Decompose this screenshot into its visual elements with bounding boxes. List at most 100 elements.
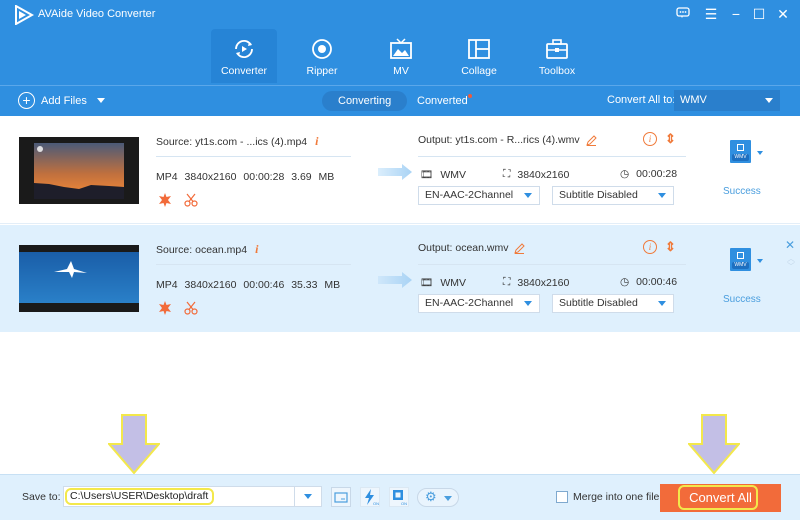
edit-icon[interactable] bbox=[585, 135, 597, 146]
source-format: MP4 bbox=[156, 279, 178, 291]
app-logo-icon bbox=[15, 5, 34, 25]
feedback-icon[interactable] bbox=[673, 6, 693, 22]
tab-converted[interactable]: Converted bbox=[401, 91, 484, 111]
tab-toolbox-label: Toolbox bbox=[538, 65, 576, 77]
svg-text:ON: ON bbox=[401, 501, 407, 506]
chevron-down-icon[interactable] bbox=[96, 98, 105, 103]
convert-all-label: Convert All bbox=[689, 490, 752, 505]
resize-icon: ⛶ bbox=[503, 168, 511, 180]
collage-icon bbox=[468, 39, 490, 59]
merge-checkbox[interactable]: Merge into one file bbox=[556, 491, 659, 503]
maximize-icon[interactable]: ☐ bbox=[749, 6, 769, 22]
hardware-acceleration-icon[interactable]: ON bbox=[360, 487, 380, 507]
compress-icon[interactable]: ⇕ bbox=[665, 239, 676, 255]
output-filename: Output: yt1s.com - R...rics (4).wmv bbox=[418, 134, 597, 146]
convert-all-format-select[interactable]: WMV bbox=[674, 90, 780, 111]
source-resolution: 3840x2160 bbox=[184, 279, 237, 291]
toolbar: + Add Files Converting Converted Convert… bbox=[0, 85, 800, 116]
source-meta: MP4 3840x2160 00:00:28 3.69 MB bbox=[156, 171, 334, 183]
tab-mv[interactable]: MV bbox=[368, 29, 434, 83]
source-size: 35.33 MB bbox=[291, 279, 341, 291]
chevron-down-icon bbox=[658, 301, 666, 306]
reorder-icon[interactable]: ︿ ﹀ bbox=[787, 255, 795, 271]
status-badge: Success bbox=[723, 186, 761, 197]
info-icon[interactable]: i bbox=[255, 242, 258, 256]
toolbox-icon bbox=[546, 39, 568, 59]
source-meta: MP4 3840x2160 00:00:46 35.33 MB bbox=[156, 279, 340, 291]
chevron-down-icon bbox=[524, 301, 532, 306]
video-thumbnail[interactable] bbox=[19, 245, 139, 312]
source-size: 3.69 MB bbox=[291, 171, 335, 183]
clock-icon: ◷ bbox=[620, 276, 630, 288]
clock-icon: ◷ bbox=[620, 168, 630, 180]
cut-icon[interactable] bbox=[184, 301, 198, 315]
gpu-acceleration-icon[interactable]: ON bbox=[389, 487, 409, 507]
subtitle-select[interactable]: Subtitle Disabled bbox=[552, 294, 674, 313]
output-resolution: ⛶ 3840x2160 bbox=[503, 276, 570, 289]
close-icon[interactable]: ✕ bbox=[773, 6, 793, 22]
chevron-down-icon bbox=[765, 98, 773, 103]
menu-icon[interactable]: ☰ bbox=[701, 6, 721, 22]
mv-icon bbox=[390, 38, 412, 59]
annotation-arrow-icon bbox=[108, 414, 160, 474]
subtitle-select[interactable]: Subtitle Disabled bbox=[552, 186, 674, 205]
plus-icon: + bbox=[18, 92, 35, 109]
checkbox[interactable] bbox=[556, 491, 568, 503]
edit-icon[interactable] bbox=[514, 243, 526, 254]
remove-file-icon[interactable]: ✕ bbox=[785, 238, 795, 252]
tab-toolbox[interactable]: Toolbox bbox=[524, 29, 590, 83]
chevron-down-icon[interactable] bbox=[757, 259, 763, 263]
source-resolution: 3840x2160 bbox=[184, 171, 237, 183]
film-icon bbox=[737, 252, 744, 259]
tab-converter[interactable]: Converter bbox=[211, 29, 277, 83]
minimize-icon[interactable]: − bbox=[726, 6, 746, 22]
film-icon: 🎞 bbox=[420, 277, 434, 289]
tab-converting[interactable]: Converting bbox=[322, 91, 408, 111]
divider bbox=[156, 156, 351, 157]
output-format-button[interactable]: WMV bbox=[730, 140, 751, 163]
settings-button[interactable]: ⚙ bbox=[417, 488, 459, 507]
source-filename: Source: ocean.mp4 i bbox=[156, 242, 259, 256]
chevron-down-icon[interactable] bbox=[757, 151, 763, 155]
cut-icon[interactable] bbox=[184, 193, 198, 207]
audio-track-select[interactable]: EN-AAC-2Channel bbox=[418, 294, 540, 313]
gear-icon: ⚙ bbox=[425, 489, 437, 504]
audio-track-select[interactable]: EN-AAC-2Channel bbox=[418, 186, 540, 205]
open-folder-icon[interactable] bbox=[331, 487, 351, 507]
chevron-down-icon bbox=[524, 193, 532, 198]
output-format: 🎞 WMV bbox=[420, 168, 467, 182]
info-icon[interactable]: i bbox=[315, 134, 318, 148]
tab-collage[interactable]: Collage bbox=[446, 29, 512, 83]
video-thumbnail[interactable] bbox=[19, 137, 139, 204]
file-row: Source: yt1s.com - ...ics (4).mp4 i MP4 3… bbox=[0, 117, 800, 224]
arrow-right-icon bbox=[378, 272, 412, 288]
convert-all-format-value: WMV bbox=[680, 94, 707, 106]
source-duration: 00:00:46 bbox=[243, 279, 285, 291]
tab-ripper[interactable]: Ripper bbox=[289, 29, 355, 83]
status-badge: Success bbox=[723, 294, 761, 305]
film-icon: 🎞 bbox=[420, 169, 434, 181]
output-format: 🎞 WMV bbox=[420, 276, 467, 290]
convert-all-button[interactable]: Convert All bbox=[660, 484, 781, 512]
svg-text:ON: ON bbox=[373, 501, 379, 506]
add-files-button[interactable]: + Add Files bbox=[18, 92, 105, 109]
divider bbox=[418, 156, 686, 157]
enhance-icon[interactable] bbox=[158, 301, 172, 315]
output-duration: ◷ 00:00:46 bbox=[620, 276, 678, 288]
chevron-down-icon bbox=[658, 193, 666, 198]
source-filename: Source: yt1s.com - ...ics (4).mp4 i bbox=[156, 134, 319, 148]
save-path-dropdown[interactable] bbox=[294, 487, 321, 506]
ripper-icon bbox=[312, 39, 332, 59]
title-bar: AVAide Video Converter ☰ − ☐ ✕ Converter… bbox=[0, 0, 800, 85]
output-format-button[interactable]: WMV bbox=[730, 248, 751, 271]
chevron-down-icon bbox=[444, 496, 452, 501]
bottom-bar: Save to: C:\Users\USER\Desktop\draft ON … bbox=[0, 474, 800, 520]
output-info-icon[interactable]: i bbox=[643, 132, 657, 146]
save-path-value[interactable]: C:\Users\USER\Desktop\draft bbox=[65, 488, 214, 505]
output-info-icon[interactable]: i bbox=[643, 240, 657, 254]
compress-icon[interactable]: ⇕ bbox=[665, 131, 676, 147]
film-icon bbox=[737, 144, 744, 151]
save-path-field[interactable]: C:\Users\USER\Desktop\draft bbox=[63, 486, 322, 507]
enhance-icon[interactable] bbox=[158, 193, 172, 207]
arrow-right-icon bbox=[378, 164, 412, 180]
